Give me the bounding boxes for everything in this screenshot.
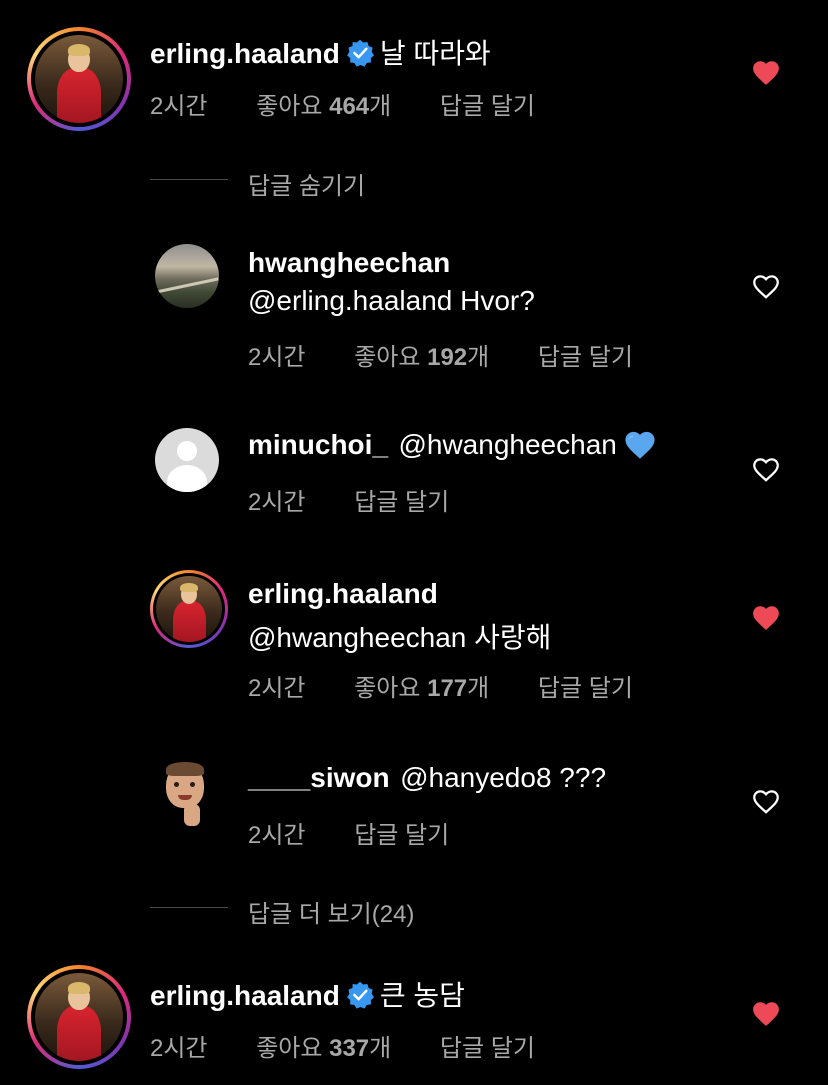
verified-badge-icon bbox=[346, 39, 374, 67]
avatar[interactable] bbox=[155, 244, 219, 308]
reply-text: @erling.haaland Hvor? bbox=[248, 285, 535, 316]
liked-heart-icon[interactable] bbox=[751, 603, 781, 631]
liked-heart-icon[interactable] bbox=[751, 58, 781, 86]
reply-text: @hanyedo8 ??? bbox=[400, 762, 607, 793]
reply-button[interactable]: 답글 달기 bbox=[354, 822, 449, 849]
comment-time: 2시간 bbox=[150, 1035, 208, 1062]
comment-username[interactable]: erling.haaland bbox=[150, 38, 340, 69]
divider bbox=[150, 907, 228, 908]
reply-button[interactable]: 답글 달기 bbox=[440, 1035, 535, 1062]
reply-username[interactable]: ____siwon bbox=[248, 762, 390, 793]
verified-badge-icon bbox=[346, 981, 374, 1009]
reply-button[interactable]: 답글 달기 bbox=[440, 93, 535, 120]
heart-outline-icon[interactable] bbox=[751, 455, 781, 483]
more-replies-button[interactable]: 답글 더 보기(24) bbox=[248, 894, 414, 929]
comment-time: 2시간 bbox=[150, 93, 208, 120]
comment-username[interactable]: erling.haaland bbox=[150, 980, 340, 1011]
heart-outline-icon[interactable] bbox=[751, 272, 781, 300]
divider bbox=[150, 179, 228, 180]
reply-likes[interactable]: 좋아요 177개 bbox=[354, 675, 489, 702]
reply-button[interactable]: 답글 달기 bbox=[538, 344, 633, 371]
avatar[interactable] bbox=[27, 965, 131, 1069]
avatar[interactable] bbox=[27, 27, 131, 131]
reply-button[interactable]: 답글 달기 bbox=[538, 675, 633, 702]
avatar[interactable] bbox=[155, 428, 219, 492]
reply-time: 2시간 bbox=[248, 344, 306, 371]
avatar[interactable] bbox=[160, 762, 214, 826]
reply-likes[interactable]: 좋아요 192개 bbox=[354, 344, 489, 371]
comment-likes[interactable]: 좋아요 464개 bbox=[256, 93, 391, 120]
reply-time: 2시간 bbox=[248, 822, 306, 849]
comment-text: 큰 농담 bbox=[379, 980, 465, 1011]
reply-time: 2시간 bbox=[248, 675, 306, 702]
reply-button[interactable]: 답글 달기 bbox=[354, 489, 449, 516]
reply-username[interactable]: erling.haaland bbox=[248, 578, 438, 610]
liked-heart-icon[interactable] bbox=[751, 999, 781, 1027]
hide-replies-button[interactable]: 답글 숨기기 bbox=[248, 166, 365, 201]
reply-time: 2시간 bbox=[248, 489, 306, 516]
reply-username[interactable]: minuchoi_ bbox=[248, 429, 388, 460]
avatar[interactable] bbox=[150, 570, 228, 648]
comment-likes[interactable]: 좋아요 337개 bbox=[256, 1035, 391, 1062]
reply-text: @hwangheechan bbox=[398, 429, 617, 460]
blue-heart-icon bbox=[625, 431, 655, 459]
reply-text: @hwangheechan 사랑해 bbox=[248, 622, 552, 653]
reply-username[interactable]: hwangheechan bbox=[248, 247, 450, 279]
heart-outline-icon[interactable] bbox=[751, 787, 781, 815]
comment-text: 날 따라와 bbox=[379, 38, 491, 69]
